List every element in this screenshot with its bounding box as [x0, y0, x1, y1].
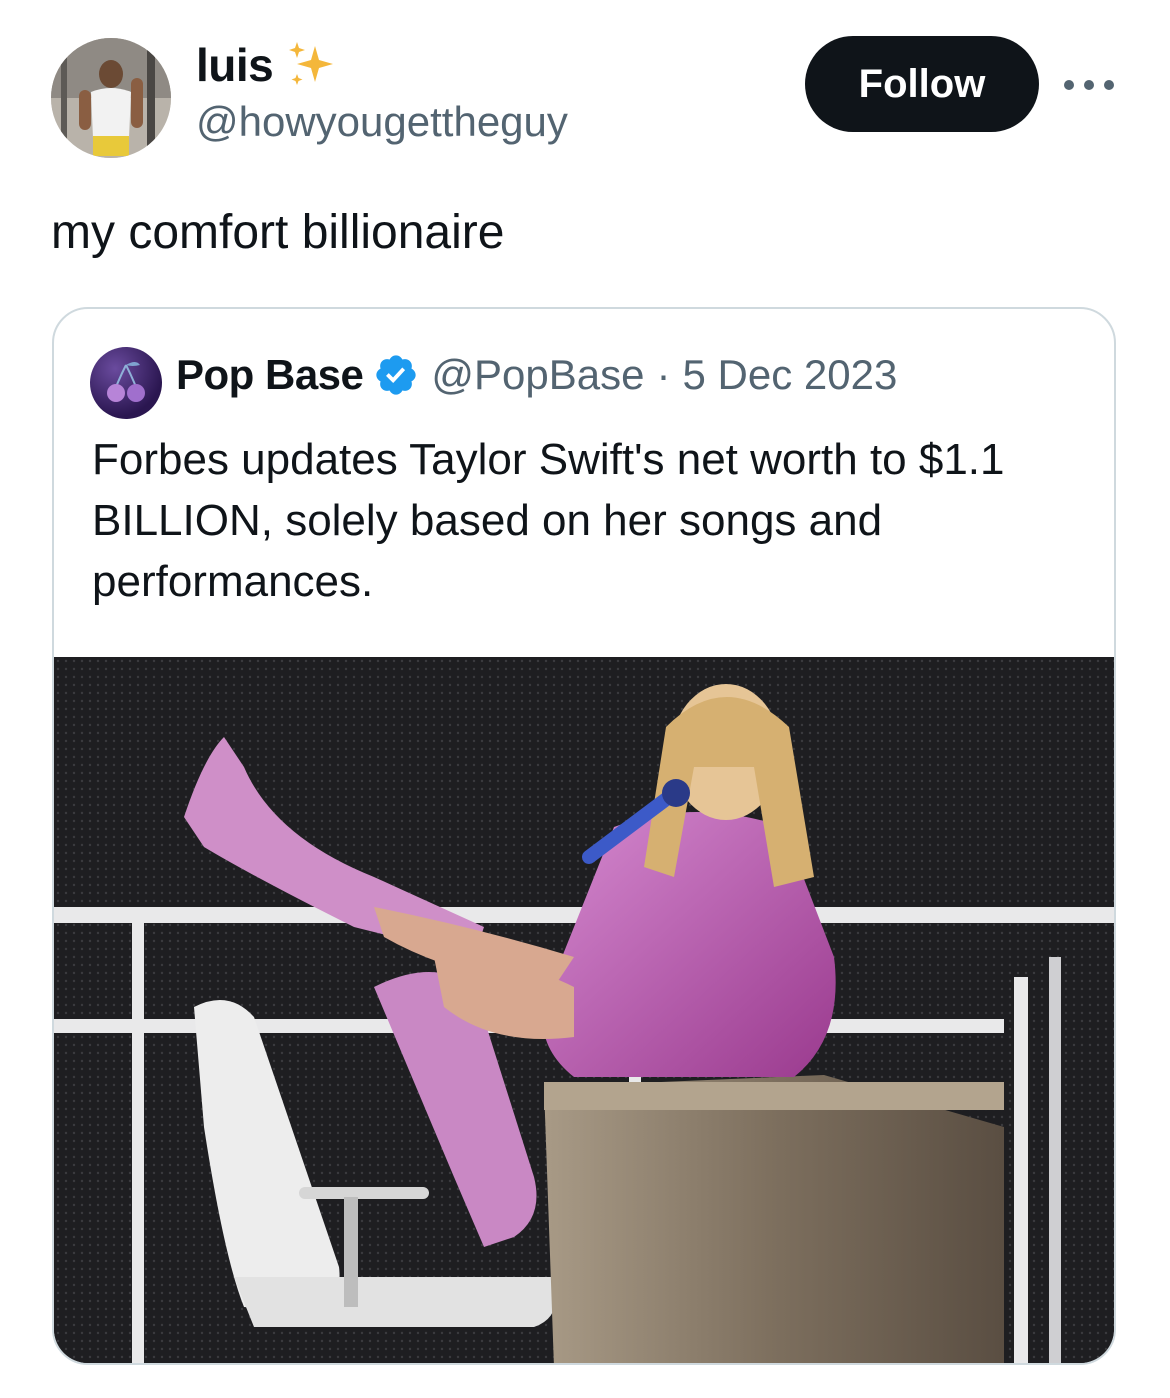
quoted-handle[interactable]: @PopBase: [431, 351, 644, 399]
more-options-icon[interactable]: [1064, 70, 1114, 100]
more-dot: [1104, 80, 1114, 90]
performer-photo: [54, 657, 1114, 1363]
more-dot: [1064, 80, 1074, 90]
cherry-logo-icon: [107, 362, 145, 402]
separator-dot: ·: [656, 351, 671, 398]
author-handle[interactable]: @howyougettheguy: [196, 98, 568, 146]
quoted-name[interactable]: Pop Base: [176, 351, 364, 399]
quoted-text: Forbes updates Taylor Swift's net worth …: [92, 435, 1005, 606]
quoted-tweet-card[interactable]: Pop Base @PopBase · 5 Dec 2023 Forbes up…: [52, 307, 1116, 1365]
quoted-header: Pop Base @PopBase · 5 Dec 2023: [176, 351, 897, 399]
quoted-date[interactable]: 5 Dec 2023: [683, 351, 898, 399]
tweet-text: my comfort billionaire: [51, 206, 505, 259]
follow-button[interactable]: Follow: [805, 36, 1039, 132]
avatar-photo: [51, 38, 171, 158]
more-dot: [1084, 80, 1094, 90]
author-name-row[interactable]: luis: [196, 38, 335, 92]
quoted-avatar[interactable]: [90, 347, 162, 419]
author-avatar[interactable]: [51, 38, 171, 158]
sparkles-icon: [289, 42, 334, 85]
author-name[interactable]: luis: [196, 38, 274, 92]
verified-badge-icon: [376, 355, 417, 395]
quoted-media-image[interactable]: [54, 657, 1114, 1363]
